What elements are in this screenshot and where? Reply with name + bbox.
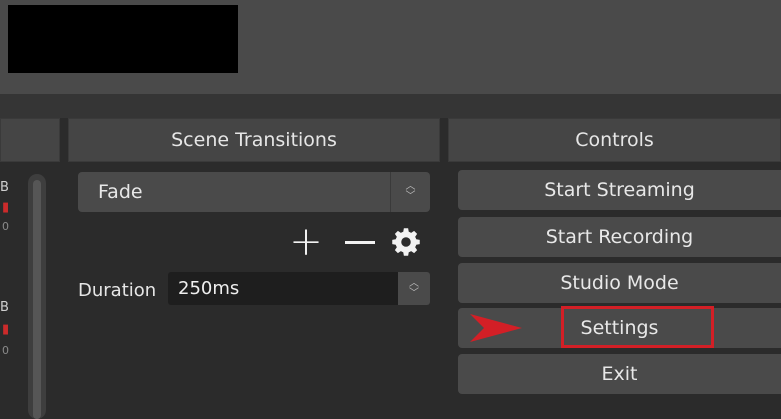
select-arrows-icon[interactable]: ︿ ﹀ bbox=[390, 172, 430, 212]
exit-button[interactable]: Exit bbox=[458, 354, 781, 394]
gear-icon-glyph bbox=[392, 228, 420, 256]
dock-splitter[interactable] bbox=[0, 94, 781, 118]
duration-input[interactable]: 250ms ︿ ﹀ bbox=[168, 272, 430, 305]
audio-mixer-header bbox=[0, 118, 60, 162]
gear-icon[interactable] bbox=[388, 224, 424, 260]
mixer-text-fragment: B bbox=[0, 300, 9, 315]
scene-transitions-header: Scene Transitions bbox=[68, 118, 440, 162]
settings-highlight-box bbox=[561, 306, 714, 348]
red-arrow-icon bbox=[470, 314, 522, 342]
mixer-level-marker: ▮ bbox=[2, 200, 10, 215]
studio-mode-button[interactable]: Studio Mode bbox=[458, 263, 781, 303]
start-recording-button[interactable]: Start Recording bbox=[458, 217, 781, 257]
duration-spinner[interactable]: ︿ ﹀ bbox=[398, 272, 430, 305]
mixer-text-fragment: 0 bbox=[2, 344, 9, 357]
minus-icon[interactable] bbox=[340, 224, 380, 260]
transition-select[interactable]: Fade ︿ ﹀ bbox=[78, 172, 430, 212]
mixer-level-marker: ▮ bbox=[2, 322, 10, 337]
duration-value: 250ms bbox=[178, 278, 240, 299]
mixer-text-fragment: B bbox=[0, 180, 9, 195]
start-streaming-button[interactable]: Start Streaming bbox=[458, 170, 781, 210]
plus-icon[interactable]: + bbox=[286, 219, 326, 265]
volume-slider-fill bbox=[33, 180, 41, 419]
mixer-text-fragment: 0 bbox=[2, 220, 9, 233]
duration-label: Duration bbox=[78, 279, 157, 301]
controls-header: Controls bbox=[448, 118, 781, 162]
transition-select-value: Fade bbox=[98, 181, 143, 203]
preview-canvas bbox=[8, 5, 238, 73]
